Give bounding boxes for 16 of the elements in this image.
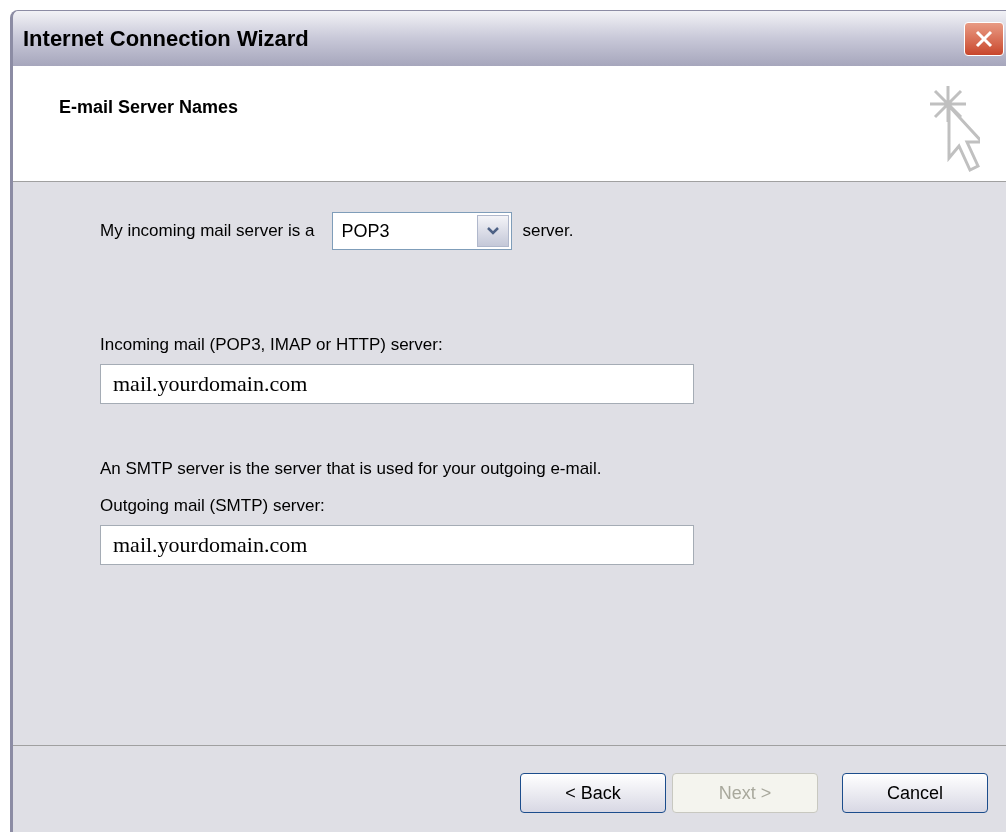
field-label: Incoming mail (POP3, IMAP or HTTP) server: xyxy=(100,334,444,356)
dropdown-arrow-button[interactable] xyxy=(477,215,510,247)
chevron-down-icon xyxy=(487,227,500,235)
server-type-label: My incoming mail server is a xyxy=(100,220,315,243)
server-type-dropdown[interactable]: POP3 xyxy=(332,212,513,250)
wizard-button[interactable]: Cancel xyxy=(842,773,988,813)
field-label: Outgoing mail (SMTP) server: xyxy=(100,495,326,517)
smtp-note: An SMTP server is the server that is used for your outgoing e-mail. xyxy=(100,457,603,480)
page-title: E-mail Server Names xyxy=(59,96,239,119)
close-button[interactable] xyxy=(964,21,1004,56)
server-field[interactable]: mail.yourdomain.com xyxy=(100,524,694,565)
server-field[interactable]: mail.yourdomain.com xyxy=(100,363,694,404)
close-icon xyxy=(974,28,994,49)
server-suffix-label: server. xyxy=(522,220,574,243)
wizard-button[interactable]: < Back xyxy=(520,773,666,813)
window-title: Internet Connection Wizard xyxy=(23,25,309,53)
